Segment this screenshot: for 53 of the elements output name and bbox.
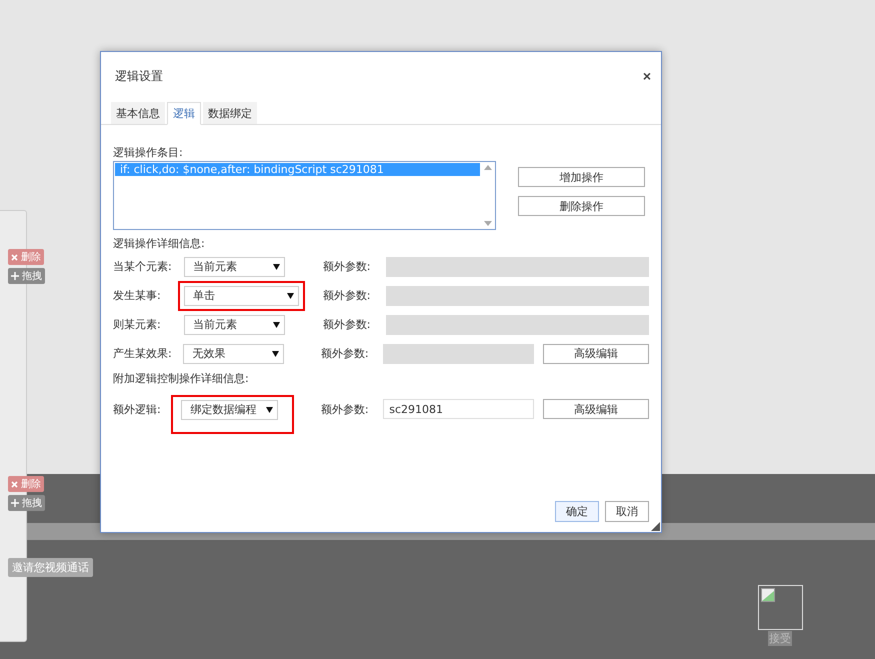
dropdown[interactable]: 当前元素 (184, 314, 285, 334)
close-button[interactable]: × (642, 68, 651, 84)
field-label: 额外逻辑: (113, 402, 162, 416)
caret-icon (286, 292, 294, 298)
move-icon (11, 499, 19, 507)
invite-badge: 邀请您视频通话 (8, 558, 93, 577)
advanced-edit-button[interactable]: 高级编辑 (543, 344, 649, 364)
dropdown-value: 当前元素 (192, 317, 237, 332)
tab[interactable]: 数据绑定 (203, 102, 257, 124)
operation-button[interactable]: 增加操作 (518, 167, 645, 187)
dropdown-value: 绑定数据编程 (190, 402, 256, 417)
dialog-button[interactable]: 确定 (555, 501, 599, 522)
field-label: 额外参数: (322, 317, 372, 332)
field-label: 当某个元素: (113, 259, 173, 274)
dialog-title: 逻辑设置 (115, 68, 163, 84)
field-label: 额外参数: (322, 259, 372, 274)
resize-grip-icon[interactable] (651, 522, 660, 531)
operation-button[interactable]: 删除操作 (518, 196, 645, 216)
dropdown[interactable]: 当前元素 (184, 256, 285, 276)
caret-icon (272, 350, 280, 356)
field-label: 额外参数: (320, 402, 370, 416)
dropdown[interactable]: 绑定数据编程 (181, 400, 278, 420)
tab[interactable]: 逻辑 (167, 102, 201, 125)
dropdown-value: 无效果 (192, 346, 226, 361)
dropdown[interactable]: 单击 (184, 286, 299, 306)
scroll-up-icon[interactable] (484, 165, 492, 170)
field-label: 则某元素: (113, 317, 162, 332)
close-icon (11, 254, 18, 260)
tab[interactable]: 基本信息 (111, 102, 165, 124)
field-label: 发生某事: (113, 288, 162, 303)
section-label: 逻辑操作条目: (113, 145, 184, 160)
dialog-button[interactable]: 取消 (605, 501, 649, 522)
field-label: 额外参数: (322, 288, 372, 303)
tag-label: 删除 (21, 478, 41, 491)
tag-label: 拖拽 (22, 270, 42, 283)
broken-image-icon (761, 588, 775, 602)
tag-label: 拖拽 (22, 496, 42, 510)
input-field[interactable]: sc291081 (383, 399, 534, 419)
section-label: 逻辑操作详细信息: (113, 236, 206, 251)
caret-icon (272, 264, 280, 270)
dropdown[interactable]: 无效果 (183, 344, 284, 364)
advanced-edit-button[interactable]: 高级编辑 (543, 399, 649, 419)
caret-icon (272, 322, 280, 328)
dropdown-value: 单击 (192, 288, 215, 303)
move-icon (11, 272, 19, 280)
field-label: 额外参数: (320, 346, 370, 361)
scroll-down-icon[interactable] (484, 221, 492, 226)
tag-label: 删除 (21, 251, 41, 264)
caret-icon (266, 406, 274, 412)
dropdown-value: 当前元素 (192, 259, 237, 274)
section-label: 附加逻辑控制操作详细信息: (113, 371, 250, 386)
field-label: 产生某效果: (113, 346, 173, 361)
close-icon (11, 480, 18, 488)
